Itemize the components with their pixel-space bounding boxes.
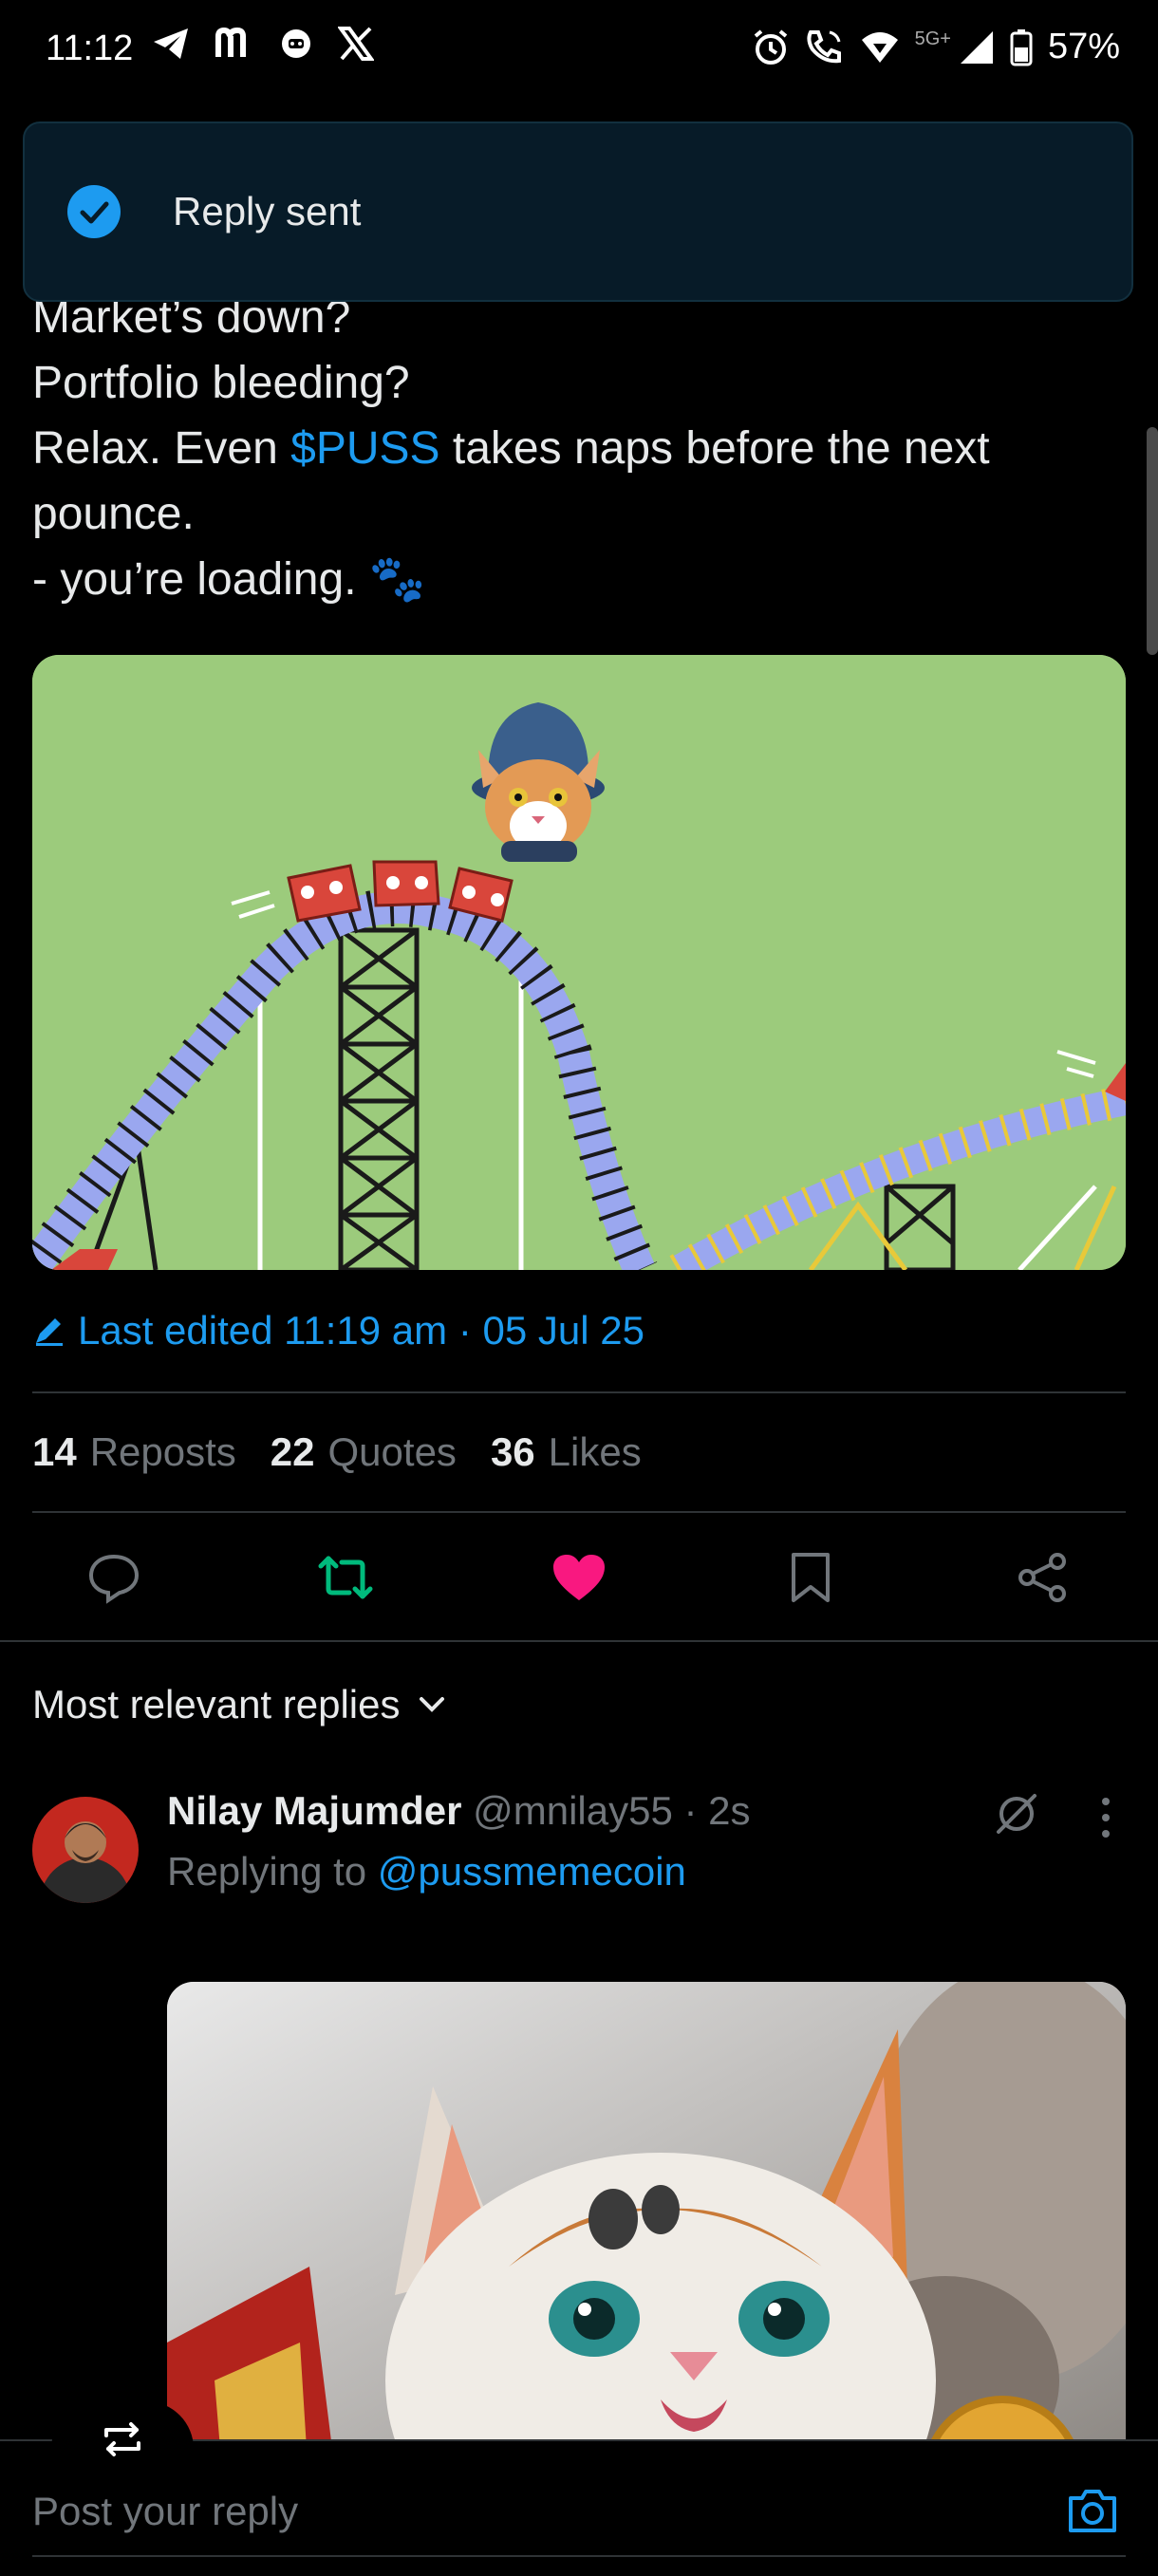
toast-message: Reply sent	[173, 189, 362, 233]
bookmark-button[interactable]	[780, 1547, 841, 1608]
reply-sent-toast: Reply sent	[23, 121, 1133, 302]
repost-fab[interactable]	[51, 2401, 194, 2496]
signal-icon	[960, 30, 993, 64]
pencil-icon	[36, 1318, 63, 1346]
bookmark-icon	[792, 1553, 830, 1602]
reposts-stat[interactable]: 14 Reposts	[32, 1429, 236, 1475]
status-notification-icons	[152, 27, 374, 61]
engagement-stats: 14 Reposts 22 Quotes 36 Likes	[32, 1429, 642, 1475]
call-icon	[806, 29, 841, 63]
tweet-line: - you’re loading. 🐾	[32, 554, 426, 605]
reply-icon	[88, 1554, 140, 1604]
divider	[0, 1640, 1158, 1642]
wifi-icon	[861, 31, 898, 63]
ghost-icon	[282, 29, 310, 58]
repost-button[interactable]	[315, 1547, 376, 1608]
replying-to-prefix: Replying to	[167, 1849, 378, 1894]
like-button[interactable]	[549, 1547, 609, 1608]
like-icon	[553, 1555, 605, 1600]
tweet-line: pounce.	[32, 489, 195, 539]
reply-author-handle[interactable]: @mnilay55	[473, 1788, 673, 1833]
cat-photo	[167, 1982, 1126, 2494]
likes-label: Likes	[548, 1429, 642, 1474]
tweet-line: Portfolio bleeding?	[32, 358, 410, 408]
reply-header: Nilay Majumder @mnilay55 · 2s	[167, 1788, 751, 1834]
m-app-icon	[215, 27, 246, 57]
battery-icon	[1010, 28, 1033, 65]
likes-stat[interactable]: 36 Likes	[491, 1429, 642, 1475]
status-system-icons: 5G+ 57%	[752, 27, 1120, 67]
tweet-image[interactable]	[32, 655, 1126, 1270]
last-edited-link[interactable]: Last edited 11:19 am · 05 Jul 25	[32, 1308, 644, 1353]
repost-icon	[318, 1556, 373, 1599]
battery-percent: 57%	[1047, 27, 1120, 66]
alarm-icon	[754, 28, 787, 65]
camera-icon[interactable]	[1065, 2483, 1120, 2538]
share-button[interactable]	[1012, 1547, 1073, 1608]
last-edited-text: Last edited 11:19 am · 05 Jul 25	[78, 1308, 644, 1353]
status-time: 11:12	[46, 28, 134, 68]
replying-to: Replying to @pussmemecoin	[167, 1849, 686, 1895]
network-type: 5G+	[914, 28, 951, 49]
tweet-line: Relax. Even $PUSS takes naps before the …	[32, 416, 1124, 481]
reply-input-underline	[32, 2555, 1126, 2557]
reply-author-name[interactable]: Nilay Majumder	[167, 1788, 461, 1833]
x-icon	[338, 27, 374, 61]
replying-to-handle[interactable]: @pussmemecoin	[378, 1849, 686, 1894]
quotes-stat[interactable]: 22 Quotes	[271, 1429, 457, 1475]
status-bar: 11:12 5G+ 57%	[0, 0, 1158, 104]
scrollbar-thumb[interactable]	[1147, 427, 1158, 655]
likes-count: 36	[490, 1429, 535, 1474]
no-signal-icon[interactable]	[991, 1788, 1042, 1839]
avatar-photo	[32, 1797, 139, 1903]
tweet-text-segment: takes naps before the next	[439, 423, 990, 474]
share-icon	[1018, 1553, 1066, 1602]
divider	[32, 1511, 1126, 1513]
quotes-label: Quotes	[327, 1429, 457, 1474]
reposts-count: 14	[32, 1429, 77, 1474]
cashtag-link[interactable]: $PUSS	[290, 423, 439, 474]
replies-sort-label: Most relevant replies	[32, 1682, 401, 1727]
tweet-body: Market’s down? Portfolio bleeding? Relax…	[32, 285, 1124, 612]
roller-coaster-cat-illustration	[32, 655, 1126, 1270]
check-circle-icon	[67, 185, 121, 238]
reply-image[interactable]	[167, 1982, 1126, 2494]
avatar[interactable]	[32, 1797, 139, 1903]
reply-timestamp: · 2s	[683, 1788, 751, 1833]
reposts-label: Reposts	[89, 1429, 236, 1474]
reply-input[interactable]: Post your reply	[32, 2489, 298, 2534]
chevron-down-icon	[419, 1697, 444, 1712]
retweet-icon	[104, 2422, 140, 2456]
telegram-icon	[154, 28, 188, 59]
quotes-count: 22	[270, 1429, 315, 1474]
tweet-text-segment: Relax. Even	[32, 423, 291, 474]
more-options-icon[interactable]	[1092, 1794, 1120, 1841]
reply-button[interactable]	[84, 1547, 144, 1608]
replies-sort-dropdown[interactable]: Most relevant replies	[32, 1682, 446, 1727]
divider	[32, 1391, 1126, 1393]
